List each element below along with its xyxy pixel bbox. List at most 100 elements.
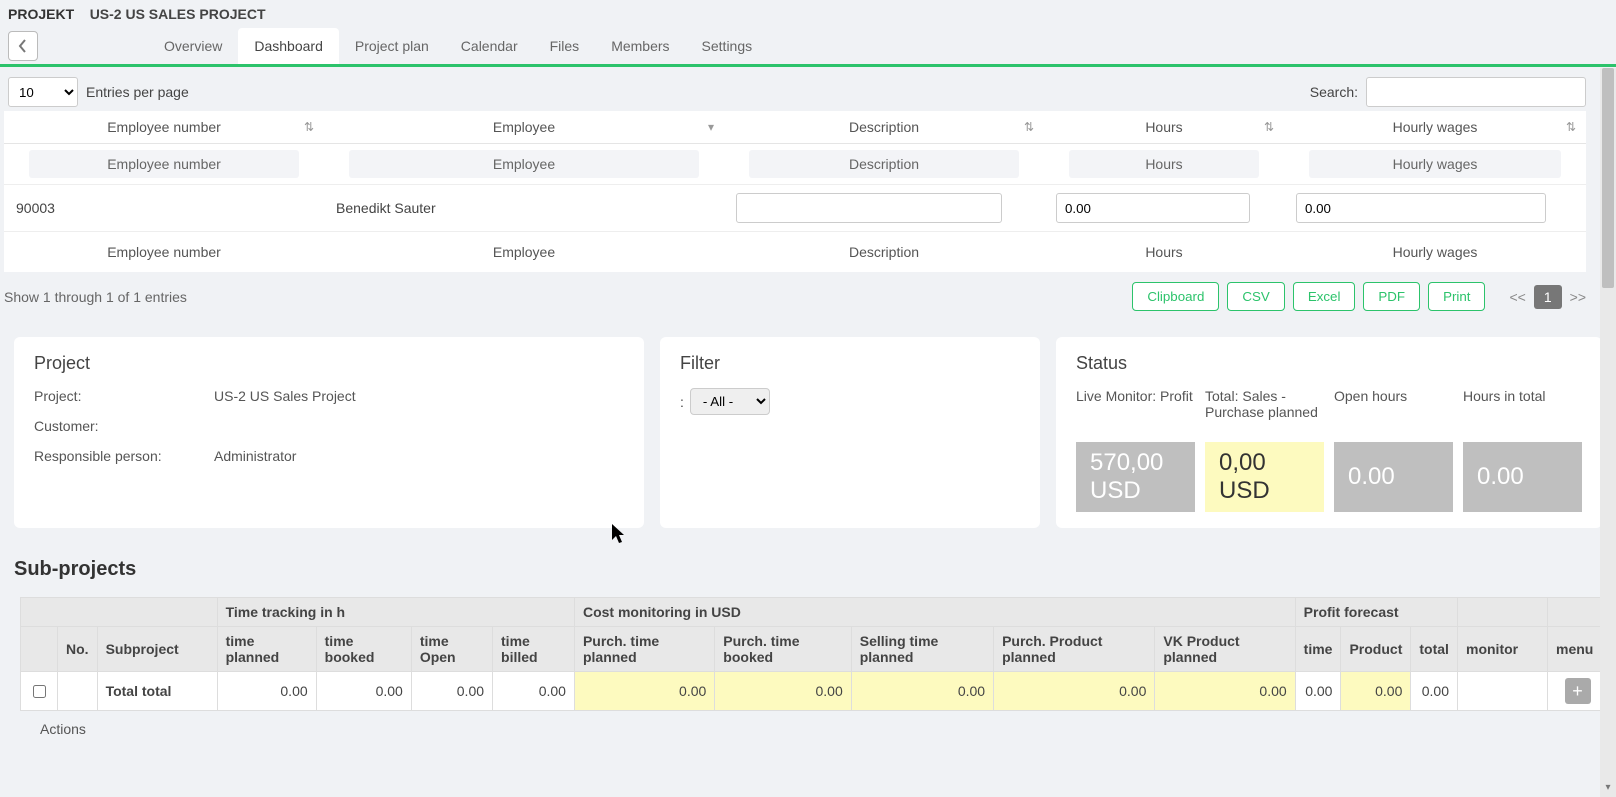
project-panel-title: Project — [34, 353, 624, 374]
pager-prev[interactable]: << — [1509, 289, 1525, 305]
h-purch-product-planned[interactable]: Purch. Product planned — [994, 627, 1155, 672]
tab-calendar[interactable]: Calendar — [445, 28, 534, 64]
status-label-profit: Live Monitor: Profit — [1076, 388, 1195, 436]
entries-select[interactable]: 10 — [8, 77, 78, 107]
vertical-scrollbar[interactable]: ▾ — [1600, 68, 1616, 797]
col-header-hours[interactable]: Hours⇅ — [1044, 111, 1284, 143]
col-header-employee[interactable]: Employee▾ — [324, 111, 724, 143]
tab-project-plan[interactable]: Project plan — [339, 28, 445, 64]
group-menu — [1548, 598, 1608, 627]
tab-overview[interactable]: Overview — [148, 28, 238, 64]
entries-label: Entries per page — [86, 84, 189, 100]
total-pf-product: 0.00 — [1341, 672, 1411, 711]
h-menu[interactable]: menu — [1548, 627, 1608, 672]
tab-dashboard[interactable]: Dashboard — [238, 28, 339, 64]
h-monitor[interactable]: monitor — [1458, 627, 1548, 672]
add-subproject-button[interactable]: + — [1565, 678, 1591, 704]
group-monitor — [1458, 598, 1548, 627]
filter-select[interactable]: - All - — [690, 388, 770, 415]
project-value: US-2 US Sales Project — [214, 388, 624, 404]
status-label-totalhours: Hours in total — [1463, 388, 1582, 436]
sort-icon: ⇅ — [1264, 120, 1274, 134]
status-value-total: 0,00 USD — [1205, 442, 1324, 512]
input-description[interactable] — [736, 193, 1002, 223]
total-row: Total total 0.00 0.00 0.00 0.00 0.00 0.0… — [21, 672, 1608, 711]
input-hours[interactable] — [1056, 193, 1250, 223]
row-checkbox[interactable] — [33, 685, 46, 698]
h-time-billed[interactable]: time billed — [493, 627, 575, 672]
filter-employee[interactable]: Employee — [349, 150, 699, 178]
status-value-openhours: 0.00 — [1334, 442, 1453, 512]
tab-members[interactable]: Members — [595, 28, 685, 64]
tab-files[interactable]: Files — [534, 28, 596, 64]
h-time-planned[interactable]: time planned — [217, 627, 316, 672]
total-tp: 0.00 — [217, 672, 316, 711]
subprojects-title: Sub-projects — [14, 558, 1602, 581]
total-vpp: 0.00 — [1155, 672, 1295, 711]
group-costmonitoring: Cost monitoring in USD — [574, 598, 1295, 627]
filter-prefix: : — [680, 394, 684, 410]
col-header-wages[interactable]: Hourly wages⇅ — [1284, 111, 1586, 143]
pager-next[interactable]: >> — [1570, 289, 1586, 305]
chevron-down-icon[interactable]: ▾ — [1600, 782, 1616, 793]
footer-employee: Employee — [324, 240, 724, 264]
input-wages[interactable] — [1296, 193, 1546, 223]
search-input[interactable] — [1366, 77, 1586, 107]
total-no — [58, 672, 98, 711]
total-tbi: 0.00 — [493, 672, 575, 711]
h-selling-time-planned[interactable]: Selling time planned — [851, 627, 993, 672]
filter-panel-title: Filter — [680, 353, 1020, 374]
status-label-openhours: Open hours — [1334, 388, 1453, 436]
col-header-description[interactable]: Description⇅ — [724, 111, 1044, 143]
sort-icon: ⇅ — [304, 120, 314, 134]
h-subproject[interactable]: Subproject — [97, 627, 217, 672]
status-panel: Status Live Monitor: Profit 570,00 USD T… — [1056, 337, 1602, 528]
employee-grid: Employee number⇅ Employee▾ Description⇅ … — [4, 111, 1586, 272]
clipboard-button[interactable]: Clipboard — [1132, 282, 1219, 311]
table-info: Show 1 through 1 of 1 entries — [4, 289, 187, 305]
total-tb: 0.00 — [316, 672, 411, 711]
table-row: 90003 Benedikt Sauter — [4, 185, 1586, 232]
h-time-booked[interactable]: time booked — [316, 627, 411, 672]
total-ppp: 0.00 — [994, 672, 1155, 711]
total-pf-time: 0.00 — [1295, 672, 1341, 711]
h-check — [21, 627, 58, 672]
excel-button[interactable]: Excel — [1293, 282, 1356, 311]
h-vk-product-planned[interactable]: VK Product planned — [1155, 627, 1295, 672]
filter-panel: Filter : - All - — [660, 337, 1040, 528]
customer-key: Customer: — [34, 418, 214, 434]
h-no[interactable]: No. — [58, 627, 98, 672]
total-label: Total total — [97, 672, 217, 711]
footer-wages: Hourly wages — [1284, 240, 1586, 264]
h-purch-time-booked[interactable]: Purch. time booked — [715, 627, 851, 672]
status-label-total: Total: Sales - Purchase planned — [1205, 388, 1324, 436]
h-pf-total[interactable]: total — [1411, 627, 1458, 672]
chevron-down-icon: ▾ — [708, 120, 714, 134]
csv-button[interactable]: CSV — [1227, 282, 1284, 311]
status-value-totalhours: 0.00 — [1463, 442, 1582, 512]
breadcrumb-sub: US-2 US SALES PROJECT — [90, 6, 266, 22]
pdf-button[interactable]: PDF — [1363, 282, 1420, 311]
status-value-profit: 570,00 USD — [1076, 442, 1195, 512]
scrollbar-thumb[interactable] — [1602, 68, 1614, 288]
h-pf-time[interactable]: time — [1295, 627, 1341, 672]
total-to: 0.00 — [411, 672, 492, 711]
h-time-open[interactable]: time Open — [411, 627, 492, 672]
back-button[interactable] — [8, 31, 38, 61]
filter-description[interactable]: Description — [749, 150, 1019, 178]
filter-hours[interactable]: Hours — [1069, 150, 1259, 178]
footer-empno: Employee number — [4, 240, 324, 264]
h-pf-product[interactable]: Product — [1341, 627, 1411, 672]
plus-icon: + — [1572, 682, 1583, 700]
actions-label: Actions — [14, 711, 1602, 737]
filter-empno[interactable]: Employee number — [29, 150, 299, 178]
h-purch-time-planned[interactable]: Purch. time planned — [574, 627, 714, 672]
project-key: Project: — [34, 388, 214, 404]
col-header-empno[interactable]: Employee number⇅ — [4, 111, 324, 143]
filter-wages[interactable]: Hourly wages — [1309, 150, 1561, 178]
status-panel-title: Status — [1076, 353, 1582, 374]
footer-hours: Hours — [1044, 240, 1284, 264]
print-button[interactable]: Print — [1428, 282, 1485, 311]
tab-settings[interactable]: Settings — [686, 28, 769, 64]
pager-current[interactable]: 1 — [1534, 285, 1562, 309]
